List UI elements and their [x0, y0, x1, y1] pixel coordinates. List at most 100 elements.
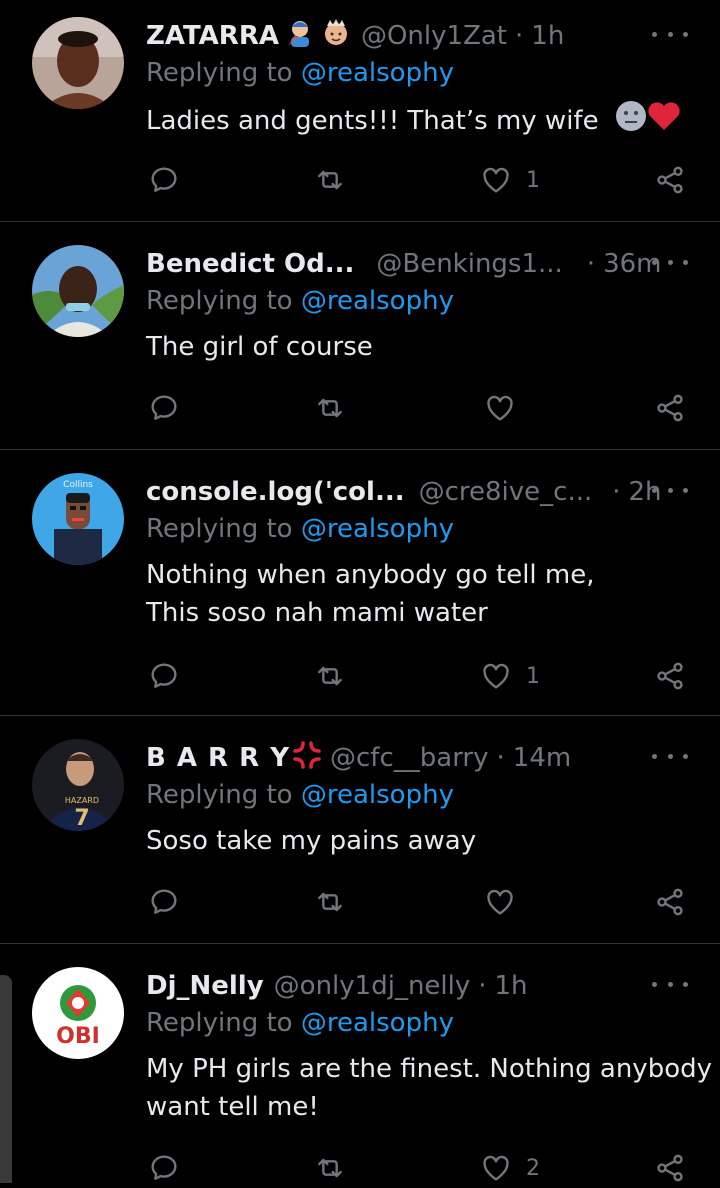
more-options-icon[interactable] [652, 478, 688, 502]
replying-to: Replying to @realsophy [146, 780, 454, 810]
avatar[interactable] [32, 17, 124, 109]
replying-to: Replying to @realsophy [146, 286, 454, 316]
user-handle[interactable]: @cfc__barry [330, 743, 489, 773]
share-icon [657, 394, 683, 422]
reply-button[interactable] [148, 1148, 180, 1188]
reply-icon [151, 889, 177, 914]
display-name[interactable]: ZATARRA [146, 21, 279, 51]
avatar[interactable] [32, 245, 124, 337]
tweet[interactable]: OBI Dj_Nelly @only1dj_nelly · 1h Replyin… [0, 950, 720, 1183]
mention-link[interactable]: @realsophy [301, 58, 454, 88]
share-button[interactable] [654, 656, 686, 696]
avatar[interactable]: HAZARD 7 [32, 739, 124, 831]
like-button[interactable]: 1 [480, 656, 540, 696]
separator-dot: · [496, 743, 505, 773]
like-button[interactable]: 2 [480, 1148, 540, 1188]
jersey-number: 7 [74, 806, 89, 831]
share-button[interactable] [654, 388, 686, 428]
separator-dot: · [586, 249, 596, 279]
emoji-icon [285, 18, 315, 55]
mention-link[interactable]: @realsophy [301, 514, 454, 544]
display-name[interactable]: Benedict Od... [146, 249, 354, 279]
tweet-text: My PH girls are the finest. Nothing anyb… [146, 1054, 712, 1122]
retweet-icon [318, 398, 342, 418]
display-name[interactable]: Dj_Nelly [146, 971, 264, 1001]
retweet-icon [318, 1158, 342, 1178]
share-icon [657, 888, 683, 916]
like-button[interactable] [484, 882, 516, 922]
reply-icon [151, 167, 177, 192]
mention-link[interactable]: @realsophy [301, 1008, 454, 1038]
reply-icon [151, 663, 177, 688]
more-options-icon[interactable] [652, 972, 688, 996]
tweet[interactable]: HAZARD 7 B A R R Y @cfc__barry · 14m Rep… [0, 722, 720, 944]
user-handle[interactable]: @only1dj_nelly [274, 971, 471, 1001]
tweet[interactable]: ZATARRA @Only1Zat · 1h Replying to @real… [0, 0, 720, 222]
display-name[interactable]: B A R R Y [146, 743, 290, 773]
tweet[interactable]: Benedict Od... @Benkings1... · 36m Reply… [0, 228, 720, 450]
reply-button[interactable] [148, 882, 180, 922]
heart-icon [483, 1155, 509, 1181]
divider [0, 221, 720, 222]
like-button[interactable] [484, 388, 516, 428]
tweet-text: Ladies and gents!!! That’s my wife [146, 100, 681, 143]
more-options-icon[interactable] [652, 22, 688, 46]
reply-button[interactable] [148, 656, 180, 696]
share-icon [657, 166, 683, 194]
divider [0, 943, 720, 944]
avatar[interactable]: OBI [32, 967, 124, 1059]
reply-icon [151, 1155, 177, 1180]
retweet-icon [318, 170, 342, 190]
user-handle[interactable]: @cre8ive_c... [419, 477, 593, 507]
red-heart-emoji-icon [647, 100, 681, 143]
retweet-button[interactable] [314, 1148, 346, 1188]
retweet-button[interactable] [314, 882, 346, 922]
jersey-name: HAZARD [65, 796, 99, 805]
retweet-icon [318, 892, 342, 912]
reply-icon [151, 395, 177, 420]
avatar-caption: Collins [63, 480, 93, 490]
scrollbar[interactable] [0, 975, 12, 1183]
tweet-text: Soso take my pains away [146, 826, 477, 856]
like-count: 1 [526, 663, 540, 689]
reply-button[interactable] [148, 160, 180, 200]
share-button[interactable] [654, 1148, 686, 1188]
more-options-icon[interactable] [652, 250, 688, 274]
user-handle[interactable]: @Benkings1... [376, 249, 562, 279]
retweet-icon [318, 666, 342, 686]
separator-dot: · [515, 21, 524, 51]
share-button[interactable] [654, 160, 686, 200]
heart-icon [483, 167, 509, 193]
replying-to: Replying to @realsophy [146, 514, 454, 544]
user-handle[interactable]: @Only1Zat [361, 21, 507, 51]
like-button[interactable]: 1 [480, 160, 540, 200]
replying-to: Replying to @realsophy [146, 1008, 454, 1038]
avatar-caption: OBI [56, 1024, 100, 1049]
display-name[interactable]: console.log('col... [146, 477, 405, 507]
divider [0, 715, 720, 716]
timestamp[interactable]: 14m [513, 743, 571, 773]
anger-emoji-icon [292, 740, 322, 777]
mention-link[interactable]: @realsophy [301, 286, 454, 316]
heart-icon [483, 663, 509, 689]
reply-button[interactable] [148, 388, 180, 428]
separator-dot: · [612, 477, 621, 507]
timestamp[interactable]: 1h [495, 971, 528, 1001]
timestamp[interactable]: 1h [531, 21, 564, 51]
heart-icon [487, 889, 513, 915]
more-options-icon[interactable] [652, 744, 688, 768]
share-button[interactable] [654, 882, 686, 922]
retweet-button[interactable] [314, 656, 346, 696]
heart-icon [487, 395, 513, 421]
mention-link[interactable]: @realsophy [301, 780, 454, 810]
avatar[interactable]: Collins [32, 473, 124, 565]
retweet-button[interactable] [314, 388, 346, 428]
tweet[interactable]: Collins console.log('col... @cre8ive_c..… [0, 456, 720, 716]
share-icon [657, 1154, 683, 1182]
tweet-text: Nothing when anybody go tell me, This so… [146, 560, 595, 628]
replying-to: Replying to @realsophy [146, 58, 454, 88]
like-count: 2 [526, 1155, 540, 1181]
divider [0, 449, 720, 450]
share-icon [657, 662, 683, 690]
retweet-button[interactable] [314, 160, 346, 200]
